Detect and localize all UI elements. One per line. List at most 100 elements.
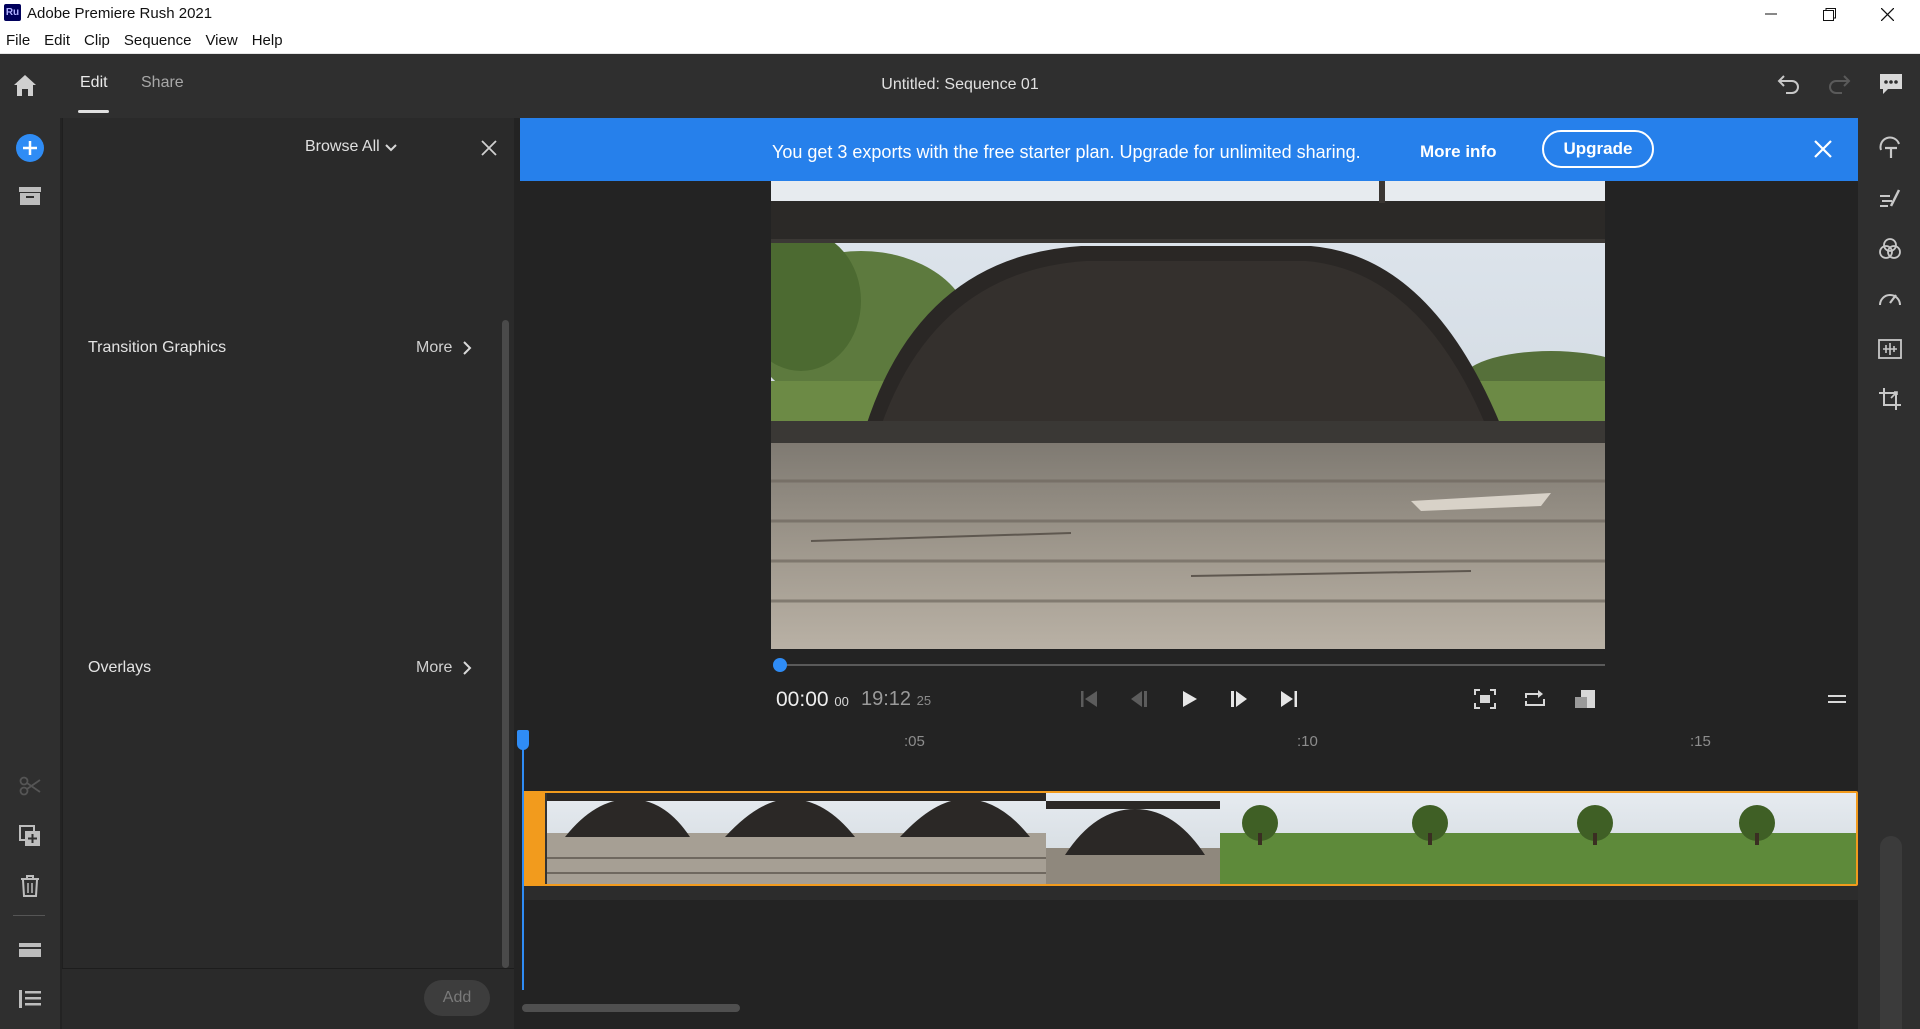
restore-button[interactable] xyxy=(1800,0,1858,28)
undo-icon xyxy=(1777,75,1799,94)
step-back-button[interactable] xyxy=(1128,688,1150,710)
thumb-2 xyxy=(697,793,872,884)
scrubber-track[interactable] xyxy=(780,664,1605,666)
thumb-4 xyxy=(1046,793,1220,884)
ruler-label-10s: :10 xyxy=(1297,733,1318,750)
go-to-start-button[interactable] xyxy=(1078,688,1100,710)
titles-button[interactable] xyxy=(1877,136,1903,162)
play-button[interactable] xyxy=(1178,688,1200,710)
upgrade-button[interactable]: Upgrade xyxy=(1542,130,1654,168)
add-media-button[interactable] xyxy=(15,133,45,163)
close-banner-button[interactable] xyxy=(1810,136,1836,162)
menu-help[interactable]: Help xyxy=(252,32,283,49)
browse-dropdown[interactable]: Browse All xyxy=(305,138,380,156)
minimize-icon xyxy=(1765,13,1777,15)
preview-menu-button[interactable] xyxy=(1826,691,1848,707)
transform-button[interactable] xyxy=(1877,386,1903,412)
split-clip-button[interactable] xyxy=(18,774,42,798)
skip-to-start-icon xyxy=(1081,691,1097,707)
trash-icon xyxy=(21,875,39,897)
chevron-right-icon xyxy=(463,341,472,355)
play-icon xyxy=(1183,691,1197,707)
premiere-rush-app-icon: Ru xyxy=(4,4,21,21)
add-button[interactable]: Add xyxy=(424,980,490,1016)
hamburger-icon xyxy=(1828,695,1846,703)
chat-bubble-icon xyxy=(1880,74,1902,94)
undo-button[interactable] xyxy=(1776,72,1802,96)
more-info-link[interactable]: More info xyxy=(1420,142,1497,162)
current-frame: 00 xyxy=(834,694,849,709)
more-overlays-link[interactable]: More xyxy=(416,659,452,677)
redo-button[interactable] xyxy=(1826,72,1852,96)
clip-trim-handle[interactable] xyxy=(523,791,545,886)
fullscreen-icon xyxy=(1474,689,1496,709)
rail-divider xyxy=(13,915,45,916)
clip-thumbnails xyxy=(547,793,1856,884)
step-forward-icon xyxy=(1231,691,1247,707)
duplicate-button[interactable] xyxy=(18,824,42,848)
audio-button[interactable] xyxy=(1877,336,1903,362)
video-frame-image xyxy=(771,181,1605,649)
upgrade-banner: You get 3 exports with the free starter … xyxy=(520,118,1858,181)
timeline-scrollbar[interactable] xyxy=(522,1004,740,1012)
tab-share[interactable]: Share xyxy=(141,74,184,92)
menu-sequence[interactable]: Sequence xyxy=(124,32,192,49)
thumb-6 xyxy=(1394,793,1568,884)
menu-view[interactable]: View xyxy=(205,32,237,49)
window-title: Adobe Premiere Rush 2021 xyxy=(27,5,213,22)
scrubber-handle[interactable] xyxy=(773,658,787,672)
active-tab-indicator xyxy=(78,110,109,113)
delete-button[interactable] xyxy=(19,874,41,898)
restore-icon xyxy=(1822,7,1836,21)
minimize-button[interactable] xyxy=(1742,0,1800,28)
chevron-down-icon xyxy=(385,144,397,152)
close-icon xyxy=(481,140,497,156)
speed-button[interactable] xyxy=(1877,286,1903,312)
chevron-right-icon xyxy=(463,661,472,675)
track-icon xyxy=(19,943,41,957)
browse-dropdown-toggle[interactable] xyxy=(384,143,398,153)
audio-levels-icon xyxy=(1878,339,1902,359)
titles-icon xyxy=(1879,136,1900,158)
panel-scrollbar[interactable] xyxy=(502,320,509,968)
more-overlays-arrow[interactable] xyxy=(462,661,472,675)
playhead-handle[interactable] xyxy=(517,730,529,750)
video-clip[interactable] xyxy=(523,791,1858,886)
archive-box-icon xyxy=(19,187,41,205)
tab-edit[interactable]: Edit xyxy=(80,74,108,92)
projects-button[interactable] xyxy=(18,185,42,207)
fit-to-screen-button[interactable] xyxy=(1473,688,1497,710)
section-title-transition-graphics: Transition Graphics xyxy=(88,339,227,356)
loop-button[interactable] xyxy=(1523,688,1547,710)
close-window-button[interactable] xyxy=(1858,0,1916,28)
more-transition-graphics-link[interactable]: More xyxy=(416,339,452,357)
video-preview[interactable] xyxy=(771,181,1605,649)
close-panel-button[interactable] xyxy=(481,140,497,156)
menu-file[interactable]: File xyxy=(6,32,30,49)
menu-clip[interactable]: Clip xyxy=(84,32,110,49)
aspect-ratio-button[interactable] xyxy=(1573,688,1597,710)
current-time: 00:00 xyxy=(776,688,829,711)
banner-message: You get 3 exports with the free starter … xyxy=(772,142,1361,162)
step-forward-button[interactable] xyxy=(1228,688,1250,710)
color-wheel-icon xyxy=(1879,238,1901,259)
menu-edit[interactable]: Edit xyxy=(44,32,70,49)
ruler-label-15s: :15 xyxy=(1690,733,1711,750)
app-header: Untitled: Sequence 01 Edit Share xyxy=(0,54,1920,118)
plus-circle-icon xyxy=(16,134,44,162)
track-controls-button[interactable] xyxy=(18,940,42,960)
thumb-7 xyxy=(1568,793,1742,884)
total-timecode: 19:12 25 xyxy=(861,688,931,711)
thumb-3 xyxy=(872,793,1046,884)
feedback-button[interactable] xyxy=(1878,71,1904,97)
playhead-line xyxy=(522,735,524,990)
right-rail-scrollbar[interactable] xyxy=(1880,836,1902,1029)
color-button[interactable] xyxy=(1877,236,1903,262)
go-to-end-button[interactable] xyxy=(1278,688,1300,710)
skip-to-end-icon xyxy=(1281,691,1297,707)
thumb-1 xyxy=(547,793,697,884)
thumb-5 xyxy=(1220,793,1394,884)
transitions-button[interactable] xyxy=(1877,186,1903,212)
timeline-list-button[interactable] xyxy=(18,988,42,1010)
more-transition-graphics-arrow[interactable] xyxy=(462,341,472,355)
